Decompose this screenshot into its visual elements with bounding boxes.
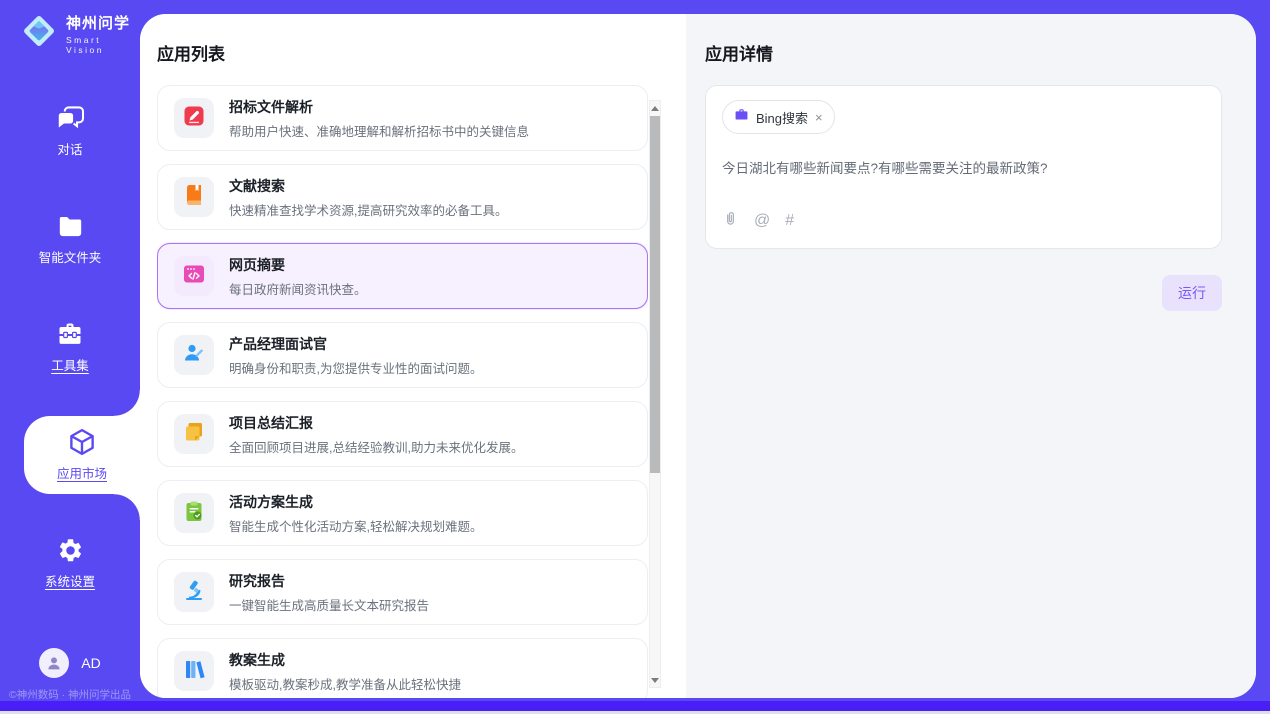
attachment-toolbar: @ # bbox=[722, 210, 794, 232]
user-avatar-icon bbox=[39, 648, 69, 678]
tool-tag-label: Bing搜索 bbox=[756, 108, 808, 127]
app-card-tender-analysis[interactable]: 招标文件解析 帮助用户快速、准确地理解和解析招标书中的关键信息 bbox=[157, 85, 648, 151]
app-card-web-summary[interactable]: 网页摘要 每日政府新闻资讯快查。 bbox=[157, 243, 648, 309]
bottom-accent-bar bbox=[0, 701, 1270, 711]
mention-icon[interactable]: @ bbox=[754, 212, 770, 230]
app-logo: 神州问学 Smart Vision bbox=[0, 0, 140, 55]
scroll-down-icon[interactable] bbox=[650, 673, 660, 687]
copyright-footer: ©神州数码 · 神州问学出品 bbox=[0, 687, 140, 702]
sidebar-item-smart-folders[interactable]: 智能文件夹 bbox=[0, 207, 140, 271]
content-wrapper: 应用列表 招标文件解析 帮助用户快速、准确地理解和解析招标书中的关键信息 文献搜… bbox=[140, 14, 1256, 698]
sidebar-item-app-market[interactable]: 应用市场 bbox=[24, 416, 140, 494]
sidebar-item-settings[interactable]: 系统设置 bbox=[0, 531, 140, 595]
app-list-title: 应用列表 bbox=[157, 40, 686, 65]
chat-icon bbox=[56, 104, 85, 132]
books-icon bbox=[182, 657, 206, 686]
book-icon bbox=[182, 183, 206, 212]
app-card-project-summary[interactable]: 项目总结汇报 全面回顾项目进展,总结经验教训,助力未来优化发展。 bbox=[157, 401, 648, 467]
brand-name-en: Smart Vision bbox=[66, 35, 140, 55]
brand-diamond-icon bbox=[20, 12, 58, 55]
tool-tag-bing-search[interactable]: Bing搜索 × bbox=[722, 100, 835, 134]
prompt-input[interactable]: 今日湖北有哪些新闻要点?有哪些需要关注的最新政策? bbox=[722, 159, 1205, 179]
app-card-lesson-plan[interactable]: 教案生成 模板驱动,教案秒成,教学准备从此轻松快捷 bbox=[157, 638, 648, 698]
close-icon[interactable]: × bbox=[815, 111, 823, 124]
app-card-research-report[interactable]: 研究报告 一键智能生成高质量长文本研究报告 bbox=[157, 559, 648, 625]
cube-icon bbox=[67, 428, 97, 456]
prompt-card: Bing搜索 × 今日湖北有哪些新闻要点?有哪些需要关注的最新政策? @ # bbox=[705, 85, 1222, 249]
app-detail-title: 应用详情 bbox=[705, 40, 1222, 65]
clipboard-check-icon bbox=[182, 499, 206, 528]
sidebar-nav: 对话 智能文件夹 工具集 应用市场 系统设置 bbox=[0, 99, 140, 595]
user-row[interactable]: AD bbox=[0, 648, 140, 678]
scroll-up-icon[interactable] bbox=[650, 101, 660, 115]
gear-icon bbox=[57, 536, 84, 564]
app-card-list: 招标文件解析 帮助用户快速、准确地理解和解析招标书中的关键信息 文献搜索 快速精… bbox=[157, 85, 648, 698]
user-initials: AD bbox=[81, 655, 100, 671]
scrollbar-thumb[interactable] bbox=[650, 116, 660, 473]
sidebar-item-toolset[interactable]: 工具集 bbox=[0, 315, 140, 379]
scrollbar[interactable] bbox=[649, 100, 661, 688]
run-button[interactable]: 运行 bbox=[1162, 275, 1222, 311]
microscope-icon bbox=[182, 578, 206, 607]
app-card-pm-interviewer[interactable]: 产品经理面试官 明确身份和职责,为您提供专业性的面试问题。 bbox=[157, 322, 648, 388]
app-card-activity-plan[interactable]: 活动方案生成 智能生成个性化活动方案,轻松解决规划难题。 bbox=[157, 480, 648, 546]
hash-icon[interactable]: # bbox=[785, 212, 794, 230]
toolbox-icon bbox=[56, 320, 84, 348]
interviewer-icon bbox=[182, 341, 206, 370]
app-card-literature-search[interactable]: 文献搜索 快速精准查找学术资源,提高研究效率的必备工具。 bbox=[157, 164, 648, 230]
folder-icon bbox=[57, 212, 84, 240]
brand-name-cn: 神州问学 bbox=[66, 12, 140, 33]
briefcase-icon bbox=[734, 107, 749, 127]
tender-doc-icon bbox=[182, 104, 206, 133]
sticky-notes-icon bbox=[182, 420, 206, 449]
app-detail-panel: 应用详情 Bing搜索 × 今日湖北有哪些新闻要点?有哪些需要关注的最新政策? … bbox=[686, 14, 1256, 698]
web-summary-icon bbox=[182, 262, 206, 291]
run-row: 运行 bbox=[705, 275, 1222, 311]
app-list-panel: 应用列表 招标文件解析 帮助用户快速、准确地理解和解析招标书中的关键信息 文献搜… bbox=[140, 14, 686, 698]
paperclip-icon[interactable] bbox=[722, 210, 739, 232]
sidebar-item-chat[interactable]: 对话 bbox=[0, 99, 140, 163]
sidebar: 神州问学 Smart Vision 对话 智能文件夹 工具集 应用市场 系统设置… bbox=[0, 0, 140, 714]
